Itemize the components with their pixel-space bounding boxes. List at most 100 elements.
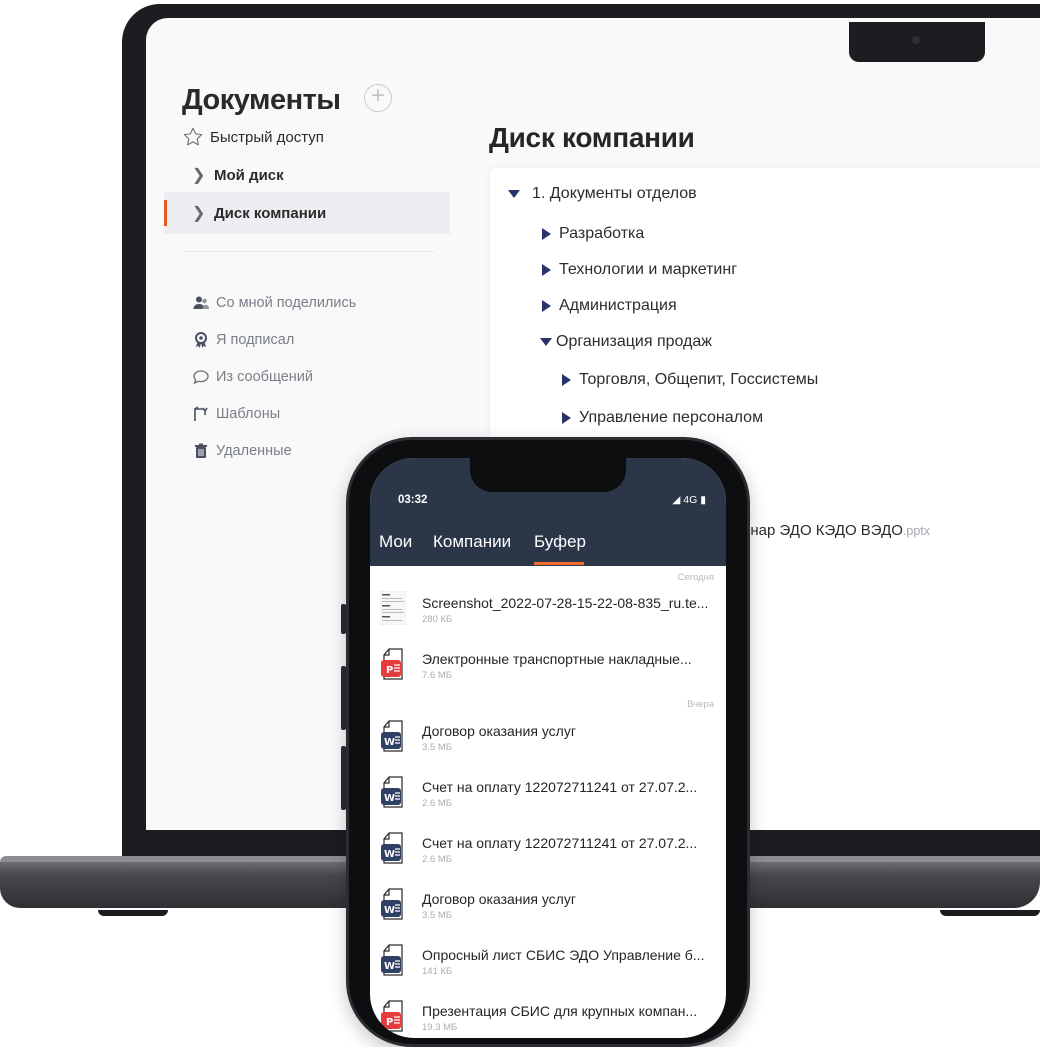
file-size: 3.5 МБ [422,910,452,921]
file-list-item[interactable]: Screenshot_2022-07-28-15-22-08-835_ru.te… [370,586,726,644]
screenshot-thumbnail-icon [380,591,406,625]
file-list-item[interactable]: P Электронные транспортные накладные... … [370,642,726,700]
sidebar-item-templates[interactable]: Шаблоны [192,395,356,432]
word-file-icon: W [381,888,403,920]
sidebar-item-label: Я подписал [216,331,295,348]
file-size: 141 КБ [422,966,453,977]
template-icon [194,405,208,421]
collapsed-arrow-icon [562,374,571,386]
file-size: 2.6 МБ [422,854,452,865]
word-file-icon: W [381,832,403,864]
sidebar-divider [184,251,434,252]
svg-text:W: W [384,961,395,972]
sidebar-item-label: Шаблоны [216,405,281,422]
file-name: Договор оказания услуг [422,891,576,907]
word-file-icon: W [381,944,403,976]
svg-text:P: P [386,1017,393,1028]
sidebar-item-label: Со мной поделились [216,294,357,311]
pdf-file-icon: P [381,1000,403,1032]
word-file-icon: W [381,720,403,752]
laptop-foot-left [98,910,168,916]
chevron-right-icon: ❯ [192,205,206,222]
file-name: Screenshot_2022-07-28-15-22-08-835_ru.te… [422,595,709,611]
file-list-item[interactable]: W Договор оказания услуг 3.5 МБ [370,882,726,940]
file-name: Электронные транспортные накладные... [422,651,692,667]
page-title: Диск компании [489,122,695,153]
collapsed-arrow-icon [542,228,551,240]
svg-text:W: W [384,793,395,804]
status-network: ◢ 4G ▮ [672,494,706,506]
file-size: 19.3 МБ [422,1022,458,1033]
tab-buffer[interactable]: Буфер [534,532,586,552]
file-name: Презентация СБИС для крупных компан... [422,1003,698,1019]
sidebar-item-deleted[interactable]: Удаленные [192,432,356,469]
phone-notch [470,458,626,492]
collapsed-arrow-icon [542,264,551,276]
file-list-item[interactable]: W Счет на оплату 122072711241 от 27.07.2… [370,770,726,828]
file-name: Договор оказания услуг [422,723,576,739]
active-tab-indicator [534,562,584,565]
sidebar-item-label: Быстрый доступ [210,128,324,146]
tree-folder-label: Администрация [559,297,677,314]
tree-folder-label: Организация продаж [556,333,712,350]
section-header-today: Сегодня [677,572,714,583]
sidebar-secondary-list: Со мной поделились Я подписал Из сообщен… [192,284,356,469]
sidebar-item-label: Мой диск [214,166,284,184]
svg-text:W: W [384,849,395,860]
tree-folder-department-docs[interactable]: 1. Документы отделов [508,182,697,206]
sidebar-item-label: Из сообщений [216,368,313,385]
chat-icon [193,369,209,384]
pdf-file-icon: P [381,648,403,680]
file-name: Опросный лист СБИС ЭДО Управление б... [422,947,705,963]
sidebar-item-signed[interactable]: Я подписал [192,321,356,358]
svg-text:W: W [384,905,395,916]
sidebar-item-quick-access[interactable]: Быстрый доступ [164,116,450,158]
expanded-arrow-icon [508,190,520,198]
camera-icon [912,36,920,44]
file-size: 3.5 МБ [422,742,452,753]
tree-folder-administration[interactable]: Администрация [542,294,677,318]
tree-folder-label: Технологии и маркетинг [559,261,738,278]
file-list-item[interactable]: P Презентация СБИС для крупных компан...… [370,994,726,1038]
word-file-icon: W [381,776,403,808]
sidebar-item-my-disk[interactable]: ❯ Мой диск [164,154,450,196]
sidebar-item-label: Удаленные [216,442,292,459]
tree-folder-hr[interactable]: Управление персоналом [562,406,763,430]
badge-icon [195,331,207,348]
tree-folder-label: Разработка [559,225,645,242]
collapsed-arrow-icon [542,300,551,312]
add-document-button[interactable]: + [364,84,392,112]
svg-text:P: P [386,665,393,676]
tree-folder-trade[interactable]: Торговля, Общепит, Госсистемы [562,368,818,392]
people-icon [193,296,209,309]
tree-file-presentation[interactable]: инар ЭДО КЭДО ВЭДО.pptx [742,522,930,539]
file-extension: .pptx [902,524,931,538]
tree-folder-tech-marketing[interactable]: Технологии и маркетинг [542,258,737,282]
camera-notch [849,22,985,62]
tree-folder-development[interactable]: Разработка [542,222,644,246]
file-list-item[interactable]: W Счет на оплату 122072711241 от 27.07.2… [370,826,726,884]
phone-screen: 03:32 ◢ 4G ▮ Мои Компании Буфер Сегодня … [370,458,726,1038]
tab-companies[interactable]: Компании [433,532,511,552]
file-list-item[interactable]: W Опросный лист СБИС ЭДО Управление б...… [370,938,726,996]
sidebar-item-label: Диск компании [214,204,327,222]
tree-folder-sales[interactable]: Организация продаж [540,330,712,354]
star-icon [183,127,203,146]
tree-folder-label: Управление персоналом [579,409,764,426]
file-list-item[interactable]: W Договор оказания услуг 3.5 МБ [370,714,726,772]
phone-app-header: 03:32 ◢ 4G ▮ Мои Компании Буфер [370,458,726,566]
expanded-arrow-icon [540,338,552,346]
svg-text:W: W [384,737,395,748]
sidebar-item-company-disk[interactable]: ❯ Диск компании [164,192,450,234]
tree-folder-label: 1. Документы отделов [532,185,697,202]
file-name: инар ЭДО КЭДО ВЭДО [742,522,903,539]
tab-mine[interactable]: Мои [379,532,412,552]
file-name: Счет на оплату 122072711241 от 27.07.2..… [422,779,698,795]
tree-folder-label: Торговля, Общепит, Госсистемы [579,371,819,388]
collapsed-arrow-icon [562,412,571,424]
sidebar-item-from-messages[interactable]: Из сообщений [192,358,356,395]
sidebar-item-shared-with-me[interactable]: Со мной поделились [192,284,356,321]
documents-title: Документы [182,84,341,116]
file-name: Счет на оплату 122072711241 от 27.07.2..… [422,835,698,851]
status-time: 03:32 [398,494,428,506]
